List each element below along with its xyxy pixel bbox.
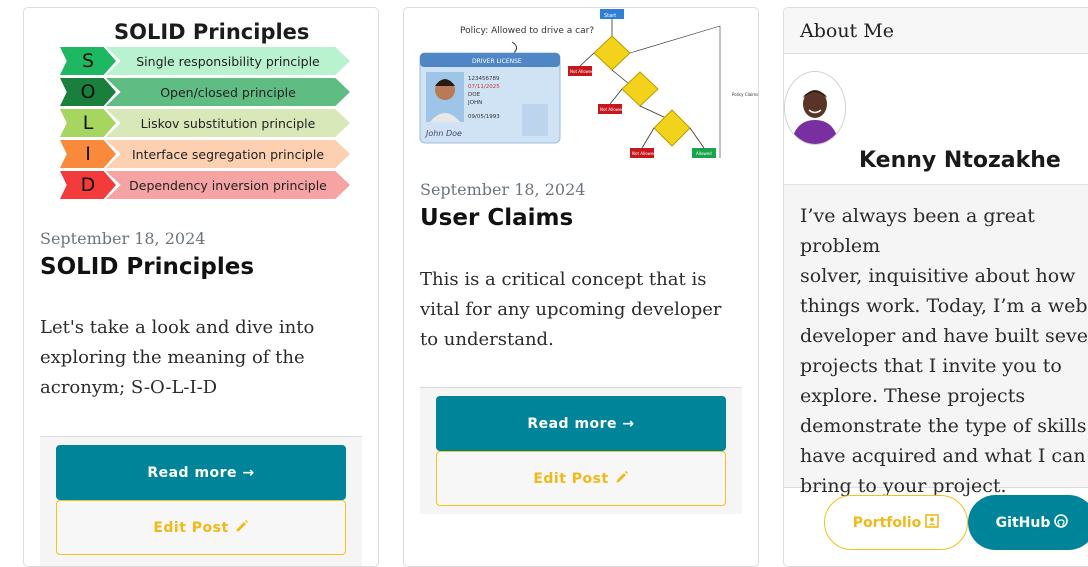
license-line-5: 09/05/1993	[468, 114, 500, 120]
post-thumbnail-user-claims[interactable]: Policy: Allowed to drive a car? DRIVER L…	[404, 8, 758, 168]
github-button[interactable]: GitHub	[968, 495, 1088, 550]
profile-name: Kenny Ntozakhe	[859, 148, 1061, 173]
license-line-3: DOE	[468, 92, 481, 98]
license-line-2: 07/11/2025	[468, 84, 500, 90]
post-title[interactable]: SOLID Principles	[40, 254, 254, 280]
solid-row-letter: S	[60, 47, 116, 75]
policy-question: Policy: Allowed to drive a car?	[460, 26, 594, 36]
post-date: September 18, 2024	[420, 180, 586, 199]
github-icon	[1054, 513, 1069, 532]
solid-row-d: Dependency inversion principle D	[60, 171, 350, 199]
post-card-user-claims: Policy: Allowed to drive a car? DRIVER L…	[403, 7, 759, 567]
post-excerpt: This is a critical concept that is vital…	[420, 269, 722, 350]
portfolio-label: Portfolio	[852, 514, 922, 531]
post-card-solid: SOLID Principles Single responsibility p…	[23, 7, 379, 567]
flow-not-allowed-2: Not Allowed	[600, 107, 624, 112]
solid-row-s: Single responsibility principle S	[60, 47, 350, 75]
solid-image-heading: SOLID Principles	[114, 20, 310, 44]
edit-post-button[interactable]: Edit Post	[436, 451, 726, 506]
license-line-1: 123456789	[468, 76, 500, 82]
pencil-icon	[615, 470, 629, 488]
post-excerpt: Let's take a look and dive into explorin…	[40, 317, 315, 398]
solid-row-label: Open/closed principle	[106, 78, 350, 106]
user-claims-illustration: Policy: Allowed to drive a car? DRIVER L…	[419, 9, 758, 158]
solid-row-label: Interface segregation principle	[106, 140, 350, 168]
solid-row-label: Liskov substitution principle	[106, 109, 350, 137]
post-date: September 18, 2024	[40, 229, 206, 248]
solid-row-letter: I	[60, 140, 116, 168]
about-me-card: About Me Kenny Ntozakhe I’ve always been…	[783, 7, 1088, 567]
flow-policy-claims: Policy Claims	[732, 92, 758, 97]
portfolio-button[interactable]: Portfolio	[824, 495, 968, 550]
solid-row-letter: O	[60, 78, 116, 106]
portfolio-icon	[925, 513, 940, 532]
edit-post-label: Edit Post	[153, 519, 229, 536]
about-body: I’ve always been a great problem solver,…	[784, 184, 1088, 497]
edit-post-label: Edit Post	[533, 470, 609, 487]
read-more-button[interactable]: Read more →	[436, 396, 726, 451]
post-footer: Read more → Edit Post	[420, 387, 742, 514]
license-line-4: JOHN	[467, 100, 482, 106]
solid-row-letter: L	[60, 109, 116, 137]
post-thumbnail-solid[interactable]: SOLID Principles Single responsibility p…	[24, 8, 378, 218]
avatar	[784, 71, 846, 145]
pencil-icon	[235, 519, 249, 537]
github-label: GitHub	[995, 514, 1051, 531]
post-title[interactable]: User Claims	[420, 205, 573, 231]
solid-row-l: Liskov substitution principle L	[60, 109, 350, 137]
solid-row-label: Single responsibility principle	[106, 47, 350, 75]
read-more-button[interactable]: Read more →	[56, 445, 346, 500]
edit-post-button[interactable]: Edit Post	[56, 500, 346, 555]
solid-row-label: Dependency inversion principle	[106, 171, 350, 199]
solid-row-o: Open/closed principle O	[60, 78, 350, 106]
flow-not-allowed-3: Not Allowed	[632, 151, 656, 156]
about-bio: I’ve always been a great problem solver,…	[800, 205, 1088, 497]
post-footer: Read more → Edit Post	[40, 436, 362, 566]
flow-allowed: Allowed	[696, 151, 712, 156]
solid-row-i: Interface segregation principle I	[60, 140, 350, 168]
flow-not-allowed-1: Not Allowed	[570, 69, 594, 74]
license-header: DRIVER LICENSE	[472, 58, 522, 65]
svg-text:John Doe: John Doe	[424, 129, 462, 138]
about-me-header: About Me	[784, 8, 1088, 54]
solid-row-letter: D	[60, 171, 116, 199]
flow-start-label: Start	[604, 13, 616, 19]
